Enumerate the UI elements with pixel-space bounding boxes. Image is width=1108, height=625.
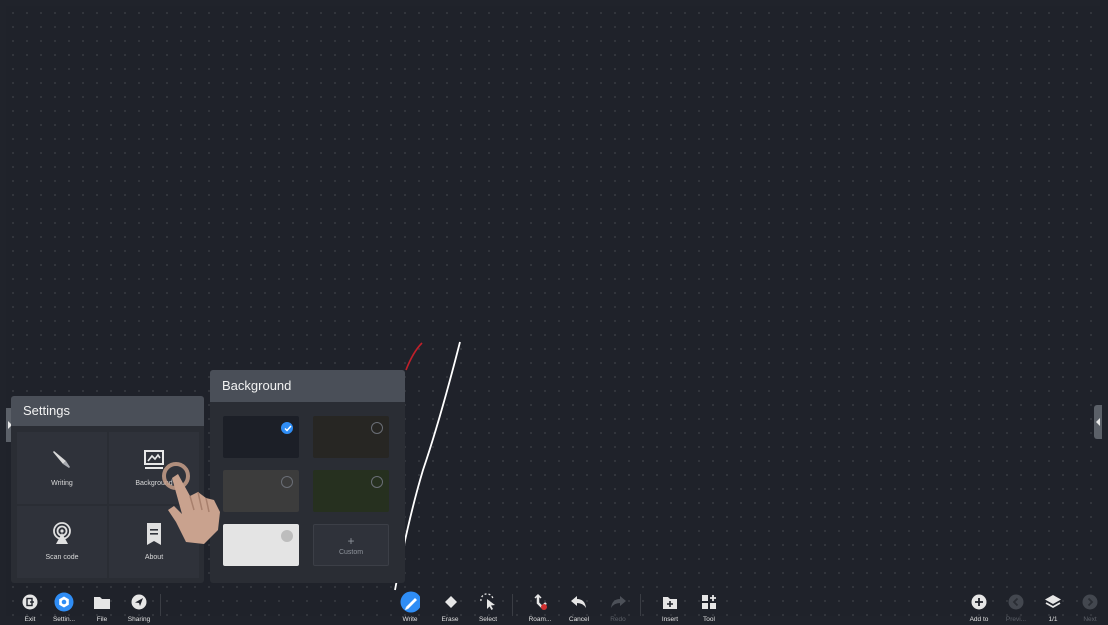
select-icon: [478, 592, 498, 612]
background-swatch-dark[interactable]: [223, 416, 299, 458]
undo-icon: [569, 592, 589, 612]
redo-button[interactable]: Redo: [598, 588, 638, 623]
insert-icon: [660, 592, 680, 612]
right-panel-toggle[interactable]: [1094, 405, 1102, 439]
tool-button[interactable]: Tool: [689, 588, 729, 623]
pen-icon: [48, 446, 76, 474]
exit-icon: [20, 592, 40, 612]
radio-icon: [371, 476, 383, 488]
next-page-button[interactable]: Next: [1070, 588, 1108, 623]
add-page-button[interactable]: Add to: [959, 588, 999, 623]
background-swatch-green[interactable]: [313, 470, 389, 512]
write-icon: [400, 591, 420, 613]
layers-icon: [1043, 592, 1063, 612]
next-icon: [1080, 592, 1100, 612]
settings-item-writing[interactable]: Writing: [17, 432, 107, 504]
roam-icon: [530, 592, 550, 612]
radio-icon: [371, 422, 383, 434]
roam-button[interactable]: Roam...: [520, 588, 560, 623]
caret-left-icon: [1096, 418, 1100, 426]
insert-button[interactable]: Insert: [650, 588, 690, 623]
hand-pointer-icon: [162, 462, 220, 544]
settings-item-scan-code[interactable]: Scan code: [17, 506, 107, 578]
bottom-toolbar: Exit Settin... File Sharing Write Erase …: [0, 588, 1108, 625]
previous-page-button[interactable]: Previ...: [996, 588, 1036, 623]
background-swatch-brown[interactable]: [313, 416, 389, 458]
redo-icon: [608, 592, 628, 612]
settings-title: Settings: [11, 396, 204, 426]
custom-background-button[interactable]: + Custom: [313, 524, 389, 566]
radio-icon: [281, 476, 293, 488]
write-button[interactable]: Write: [390, 588, 430, 623]
plus-icon: +: [347, 534, 355, 548]
file-button[interactable]: File: [82, 588, 122, 623]
erase-button[interactable]: Erase: [430, 588, 470, 623]
eraser-icon: [440, 592, 460, 612]
settings-button[interactable]: Settin...: [44, 588, 84, 623]
radio-icon: [281, 530, 293, 542]
share-icon: [129, 592, 149, 612]
prev-icon: [1006, 592, 1026, 612]
cancel-button[interactable]: Cancel: [559, 588, 599, 623]
folder-icon: [92, 592, 112, 612]
scan-code-icon: [48, 520, 76, 548]
sharing-button[interactable]: Sharing: [119, 588, 159, 623]
add-icon: [969, 592, 989, 612]
settings-icon: [54, 592, 74, 612]
tool-icon: [699, 592, 719, 612]
checkmark-icon: [281, 422, 293, 434]
page-layers-button[interactable]: 1/1: [1033, 588, 1073, 623]
select-button[interactable]: Select: [468, 588, 508, 623]
background-title: Background: [210, 370, 405, 402]
